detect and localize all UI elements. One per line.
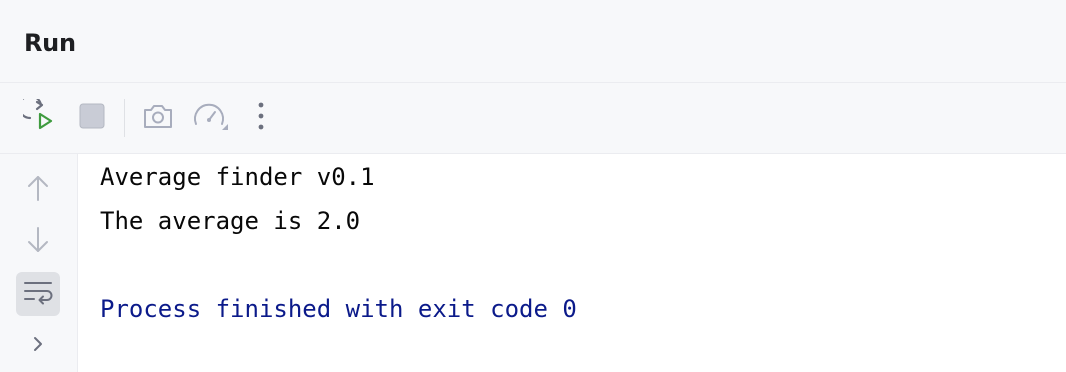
process-exit-message: Process finished with exit code 0: [100, 295, 577, 323]
run-toolbar: [0, 83, 1066, 154]
expand-gutter-button[interactable]: [16, 324, 60, 368]
console-line: Average finder v0.1: [100, 163, 375, 191]
rerun-button[interactable]: [18, 94, 58, 137]
stop-icon: [79, 103, 105, 133]
arrow-down-icon: [26, 226, 50, 258]
chevron-right-icon: [30, 333, 46, 359]
console-line: The average is 2.0: [100, 207, 361, 235]
tool-window-title: Run: [24, 29, 76, 57]
screenshot-button[interactable]: [140, 100, 176, 136]
profiler-button[interactable]: [192, 100, 228, 136]
stop-button[interactable]: [74, 100, 110, 136]
soft-wrap-icon: [23, 278, 53, 310]
tool-window-header: Run: [0, 0, 1066, 83]
camera-icon: [142, 102, 174, 134]
toolbar-separator: [124, 99, 125, 137]
more-vertical-icon: [256, 101, 266, 135]
arrow-up-icon: [26, 174, 50, 206]
previous-occurrence-button[interactable]: [16, 168, 60, 212]
console-gutter-toolbar: [0, 154, 78, 372]
next-occurrence-button[interactable]: [16, 220, 60, 264]
more-options-button[interactable]: [243, 100, 279, 136]
gauge-icon: [192, 100, 228, 136]
console-output[interactable]: Average finder v0.1 The average is 2.0 P…: [78, 154, 1066, 372]
run-tool-window: Run Average finder v0.1 The average is 2…: [0, 0, 1066, 372]
soft-wrap-toggle[interactable]: [16, 272, 60, 316]
rerun-icon: [18, 94, 57, 137]
